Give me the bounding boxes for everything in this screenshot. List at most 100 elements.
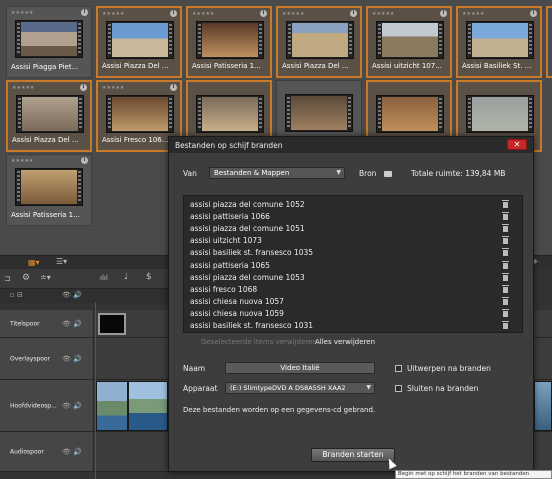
file-list-item[interactable]: assisi pattiseria 1065 <box>190 261 270 270</box>
trash-icon[interactable] <box>502 296 509 305</box>
thumbnail-image <box>472 23 528 57</box>
visibility-icon[interactable]: 👁 🔊 <box>62 355 82 363</box>
track-name: Audiospoor <box>10 448 44 455</box>
file-list-item[interactable]: assisi fresco 1068 <box>190 285 257 294</box>
sluiten-checkbox[interactable] <box>395 385 402 392</box>
video-clip[interactable] <box>128 381 168 431</box>
thumbnail-image <box>21 170 77 204</box>
file-list-item[interactable]: assisi piazza del comune 1051 <box>190 224 305 233</box>
apparaat-select[interactable]: (E:) SlimtypeDVD A DS8A5SH XAA2 ▼ <box>225 382 375 394</box>
van-select[interactable]: Bestanden & Mappen ▼ <box>209 167 345 179</box>
file-list-item[interactable]: assisi piazza del comune 1052 <box>190 200 305 209</box>
rating-stars[interactable]: ★★★★★ <box>282 11 304 17</box>
trash-icon[interactable] <box>502 200 509 208</box>
remove-all-button[interactable]: Alles verwijderen <box>315 338 375 346</box>
info-icon[interactable]: i <box>440 10 447 17</box>
uitwerpen-checkbox[interactable] <box>395 365 402 372</box>
trash-icon[interactable] <box>502 321 509 329</box>
file-list-item[interactable]: assisi pattiseria 1066 <box>190 212 270 221</box>
naam-input[interactable]: Video Italië <box>225 362 375 374</box>
library-thumbnail[interactable]: ★★★★★ i Assisi Piazza Del ... <box>6 80 92 152</box>
start-burn-button[interactable]: Branden starten <box>311 448 395 462</box>
video-clip[interactable] <box>534 381 552 431</box>
chevron-down-icon: ▼ <box>336 169 341 176</box>
info-icon[interactable]: i <box>350 10 357 17</box>
file-list-item[interactable]: assisi uitzicht 1073 <box>190 236 262 245</box>
track-header: Hoofdvideosp... 👁 🔊 <box>0 380 94 431</box>
audio-mixer-icon[interactable]: ılıl <box>100 274 108 282</box>
library-thumbnail[interactable]: ★★★★★ i Assisi uitzicht 107... <box>366 6 452 78</box>
film-frame <box>466 21 534 59</box>
trash-icon[interactable] <box>502 236 509 245</box>
close-button[interactable]: ✕ <box>507 139 527 150</box>
rating-stars[interactable]: ★★★★★ <box>11 10 33 16</box>
trash-icon[interactable] <box>502 308 509 317</box>
film-frame <box>15 168 83 206</box>
collapse-icon[interactable]: ▫ ⊟ <box>10 291 23 299</box>
burn-dialog: Bestanden op schijf branden ✕ Van Bestan… <box>168 136 534 472</box>
info-icon[interactable]: i <box>81 9 88 16</box>
dollar-icon[interactable]: $ <box>146 272 152 282</box>
list-view-icon[interactable]: ☰▾ <box>56 257 67 266</box>
library-thumbnail-partial[interactable] <box>546 6 552 78</box>
rating-stars[interactable]: ★★★★★ <box>102 85 124 91</box>
visibility-icon[interactable]: 👁 🔊 <box>62 402 82 410</box>
rating-stars[interactable]: ★★★★★ <box>192 11 214 17</box>
info-icon[interactable]: i <box>530 10 537 17</box>
file-list-item[interactable]: assisi basiliek st. fransesco 1031 <box>190 321 313 330</box>
rating-stars[interactable]: ★★★★★ <box>12 85 34 91</box>
film-frame <box>196 21 264 59</box>
info-icon[interactable]: i <box>80 84 87 91</box>
trash-icon[interactable] <box>502 224 509 233</box>
thumbnail-image <box>292 23 348 57</box>
visibility-icon[interactable]: 👁 🔊 <box>62 448 82 456</box>
van-select-value: Bestanden & Mappen <box>214 169 290 177</box>
visibility-icon[interactable]: 👁 🔊 <box>62 320 82 328</box>
trash-icon[interactable] <box>502 284 509 293</box>
library-thumbnail[interactable]: ★★★★★ i Assisi Patisseria 1... <box>186 6 272 78</box>
file-list-item[interactable]: assisi piazza del comune 1053 <box>190 273 305 282</box>
chevron-down-icon: ▼ <box>366 384 371 391</box>
track-header: Audiospoor 👁 🔊 <box>0 432 94 471</box>
trash-icon[interactable] <box>502 260 509 269</box>
rating-stars[interactable]: ★★★★★ <box>462 11 484 17</box>
rating-stars[interactable]: ★★★★★ <box>372 11 394 17</box>
video-clip[interactable] <box>96 381 128 431</box>
thumbnail-label: Assisi Piazza Del ... <box>12 136 79 144</box>
file-list[interactable]: assisi piazza del comune 1052 assisi patt… <box>183 195 523 333</box>
grid-view-icon[interactable]: ▦▾ <box>28 258 40 267</box>
bron-label: Bron <box>359 169 377 178</box>
rating-stars[interactable]: ★★★★★ <box>102 11 124 17</box>
music-icon[interactable]: ♩ <box>124 272 128 282</box>
info-icon[interactable]: i <box>81 157 88 164</box>
library-thumbnail[interactable]: ★★★★★ i Assisi Patisseria 1... <box>6 154 92 226</box>
tooltip: Begin met op schijf het branden van best… <box>395 470 552 479</box>
title-clip[interactable] <box>98 313 126 335</box>
thumbnail-image <box>22 97 78 131</box>
thumbnail-label: Assisi Basiliek St. ... <box>462 62 532 70</box>
align-icon[interactable]: ≐▾ <box>40 273 51 282</box>
remove-selected-button[interactable]: Geselecteerde items verwijderen <box>201 338 317 346</box>
info-icon[interactable]: i <box>260 10 267 17</box>
info-icon[interactable]: i <box>170 84 177 91</box>
eye-icon[interactable]: 👁 🔊 <box>62 291 82 299</box>
playhead[interactable] <box>95 302 96 479</box>
file-list-item[interactable]: assisi chiesa nuova 1059 <box>190 309 284 318</box>
track-options-icon[interactable]: ⊐ <box>4 274 11 283</box>
film-frame <box>106 95 174 133</box>
library-thumbnail[interactable]: ★★★★★ i Assisi Piagga Piet... <box>6 6 92 78</box>
file-list-item[interactable]: assisi basiliek st. fransesco 1035 <box>190 248 313 257</box>
track-name: Titelspoor <box>10 320 40 327</box>
trash-icon[interactable] <box>502 248 509 257</box>
library-thumbnail[interactable]: ★★★★★ i Assisi Basiliek St. ... <box>456 6 542 78</box>
folder-icon[interactable] <box>384 171 392 177</box>
trash-icon[interactable] <box>502 272 509 281</box>
library-thumbnail[interactable]: ★★★★★ i Assisi Piazza Del ... <box>96 6 182 78</box>
library-thumbnail[interactable]: ★★★★★ i Assisi Piazza Del ... <box>276 6 362 78</box>
info-icon[interactable]: i <box>170 10 177 17</box>
gear-icon[interactable]: ⚙ <box>22 273 30 283</box>
thumbnail-image <box>112 97 168 131</box>
trash-icon[interactable] <box>502 212 509 221</box>
file-list-item[interactable]: assisi chiesa nuova 1057 <box>190 297 284 306</box>
rating-stars[interactable]: ★★★★★ <box>11 158 33 164</box>
